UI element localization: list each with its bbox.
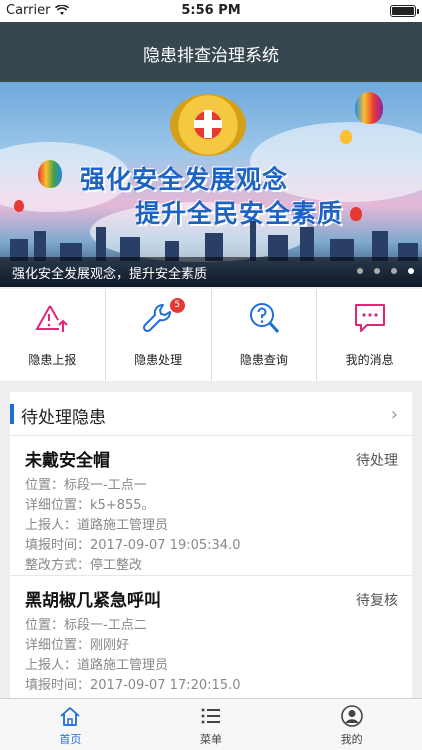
hazard-detail-location: 详细位置：k5+855。 — [25, 498, 155, 513]
hazard-list-item[interactable]: 黑胡椒几紧急呼叫 待复核 位置：标段一-工点二 详细位置：刚刚好 上报人：道路施… — [10, 576, 412, 712]
hazard-reporter: 上报人：道路施工管理员 — [25, 518, 169, 533]
carousel-dot[interactable] — [391, 268, 397, 274]
banner-caption-text: 强化安全发展观念，提升安全素质 — [12, 267, 208, 282]
hazard-status: 待处理 — [356, 453, 398, 469]
quick-item-handle[interactable]: 5 隐患处理 — [106, 289, 212, 381]
banner-caption: 强化安全发展观念，提升安全素质 — [0, 257, 422, 287]
balloon-icon — [14, 200, 24, 212]
hazard-reporter: 上报人：道路施工管理员 — [25, 658, 169, 673]
tab-label: 菜单 — [200, 733, 222, 746]
clock: 5:56 PM — [181, 3, 241, 18]
carousel-dot[interactable] — [357, 268, 363, 274]
message-icon — [354, 304, 385, 332]
tab-label: 我的 — [340, 733, 363, 746]
balloon-icon — [350, 207, 362, 221]
quick-item-label: 隐患查询 — [239, 353, 288, 367]
hazard-location: 位置：标段一-工点二 — [25, 618, 147, 633]
hazard-title: 黑胡椒几紧急呼叫 — [25, 591, 161, 611]
home-icon — [60, 707, 80, 726]
page-title: 隐患排查治理系统 — [143, 46, 279, 66]
tab-menu[interactable]: 菜单 — [141, 699, 282, 750]
carousel-dots[interactable] — [357, 268, 414, 274]
hazard-status: 待复核 — [356, 593, 398, 609]
tab-profile[interactable]: 我的 — [281, 699, 422, 750]
balloon-icon — [340, 130, 352, 144]
tab-bar: 首页 菜单 我的 — [0, 698, 422, 750]
pending-hazards-card: 待处理隐患 › 未戴安全帽 待处理 位置：标段一-工点一 详细位置：k5+855… — [10, 392, 412, 712]
quick-item-label: 我的消息 — [345, 353, 394, 367]
notification-badge: 5 — [169, 298, 185, 313]
carousel-dot-active[interactable] — [408, 268, 414, 274]
city-skyline — [0, 221, 422, 261]
carousel-dot[interactable] — [374, 268, 380, 274]
banner-slogan-1: 强化安全发展观念 — [80, 165, 289, 194]
navigation-bar: 隐患排查治理系统 — [0, 22, 422, 82]
tab-home[interactable]: 首页 — [0, 699, 141, 750]
quick-item-query[interactable]: 隐患查询 — [212, 289, 318, 381]
safety-emblem-icon — [170, 94, 246, 156]
status-bar: Carrier 5:56 PM — [0, 0, 422, 22]
hazard-report-time: 填报时间：2017-09-07 17:20:15.0 — [25, 678, 241, 693]
quick-item-messages[interactable]: 我的消息 — [317, 289, 422, 381]
hazard-detail-location: 详细位置：刚刚好 — [25, 638, 130, 653]
battery-icon — [390, 5, 419, 17]
hazard-title: 未戴安全帽 — [25, 451, 110, 471]
hazard-location: 位置：标段一-工点一 — [25, 478, 147, 493]
banner-carousel[interactable]: 强化安全发展观念 提升全民安全素质 强化安全发展观念，提升安全素质 — [0, 82, 422, 287]
hazard-report-time: 填报时间：2017-09-07 19:05:34.0 — [25, 538, 241, 553]
section-header[interactable]: 待处理隐患 › — [10, 392, 412, 436]
menu-list-icon — [201, 708, 220, 724]
quick-item-label: 隐患处理 — [134, 353, 183, 367]
quick-item-label: 隐患上报 — [28, 353, 77, 367]
hazard-list-item[interactable]: 未戴安全帽 待处理 位置：标段一-工点一 详细位置：k5+855。 上报人：道路… — [10, 436, 412, 576]
chevron-right-icon[interactable]: › — [391, 404, 398, 425]
balloon-icon — [355, 92, 383, 124]
quick-item-report[interactable]: 隐患上报 — [0, 289, 106, 381]
balloon-icon — [38, 160, 62, 188]
quick-menu: 隐患上报 5 隐患处理 隐患查询 我的消息 — [0, 289, 422, 381]
section-title: 待处理隐患 — [21, 408, 106, 428]
hazard-rectify-method: 整改方式：停工整改 — [25, 558, 143, 573]
search-question-icon — [249, 303, 279, 333]
warning-upload-icon — [35, 305, 69, 332]
profile-icon — [340, 705, 363, 727]
tab-label: 首页 — [59, 733, 82, 746]
